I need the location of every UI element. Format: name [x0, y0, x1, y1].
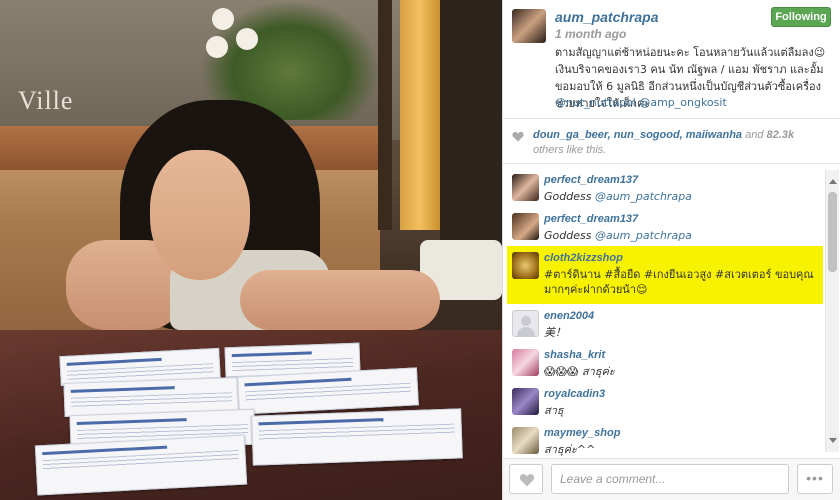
comment-item: perfect_dream137 Goddess @aum_patchrapa [503, 207, 825, 246]
comment-mention[interactable]: @aum_patchrapa [595, 190, 692, 203]
like-button[interactable] [509, 464, 543, 494]
comment-mention[interactable]: @aum_patchrapa [595, 229, 692, 242]
likes-and-text: and [745, 129, 764, 141]
comment-footer: ••• [503, 458, 840, 500]
author-username[interactable]: aum_patchrapa [555, 9, 658, 25]
comments-scrollbar[interactable] [825, 170, 839, 452]
likes-rest-text: others like this. [533, 144, 607, 156]
commenter-avatar[interactable] [512, 427, 539, 454]
post-header: aum_patchrapa 1 month ago Following ตามส… [503, 0, 840, 118]
scroll-up-arrow-icon[interactable] [829, 179, 837, 184]
comment-body: Goddess [544, 229, 595, 242]
photo-window [400, 0, 440, 230]
commenter-username[interactable]: perfect_dream137 [544, 213, 821, 225]
photo-sign-text: Ville [18, 86, 74, 115]
commenter-username[interactable]: perfect_dream137 [544, 174, 821, 186]
commenter-avatar[interactable] [512, 174, 539, 201]
likes-count[interactable]: 82.3k [767, 129, 795, 141]
author-avatar[interactable] [512, 9, 546, 43]
comments-list[interactable]: perfect_dream137 Goddess @aum_patchrapa … [503, 168, 825, 458]
photo-orchid [236, 28, 258, 50]
commenter-username[interactable]: shasha_krit [544, 349, 821, 361]
commenter-avatar[interactable] [512, 213, 539, 240]
photo-orchid [206, 36, 228, 58]
commenter-username[interactable]: maymey_shop [544, 427, 821, 439]
default-avatar-icon[interactable] [512, 310, 539, 337]
post-photo[interactable]: Ville [0, 0, 502, 500]
comment-text: #ตาร์ดินาน #สื้อยืด #เกงยีนเอวสูง #สเวตเ… [544, 268, 814, 296]
heart-icon [512, 131, 524, 142]
commenter-avatar[interactable] [512, 388, 539, 415]
comment-text: สาธุค่ะ^^ [544, 443, 596, 456]
comment-item: royalcadin3 สาธุ [503, 382, 825, 421]
photo-orchid [212, 8, 234, 30]
post-sidebar: aum_patchrapa 1 month ago Following ตามส… [502, 0, 840, 500]
comment-text: 😱😱😱 สาธุค่ะ [544, 365, 615, 378]
comment-item: perfect_dream137 Goddess @aum_patchrapa [503, 168, 825, 207]
more-options-button[interactable]: ••• [797, 464, 833, 494]
photo-face [150, 150, 250, 280]
heart-icon [519, 474, 535, 487]
post-time[interactable]: 1 month ago [555, 27, 626, 41]
photo-document [251, 408, 463, 466]
comment-text: Goddess @aum_patchrapa [544, 228, 821, 243]
comment-item: enen2004 美！ [503, 304, 825, 343]
scroll-down-arrow-icon[interactable] [829, 438, 837, 443]
comment-item: maymey_shop สาธุค่ะ^^ [503, 421, 825, 458]
commenter-username[interactable]: enen2004 [544, 310, 821, 322]
commenter-avatar[interactable] [512, 252, 539, 279]
comment-body: Goddess [544, 190, 595, 203]
likers-names[interactable]: doun_ga_beer, nun_sogood, maiiwanha [533, 129, 742, 141]
commenter-avatar[interactable] [512, 349, 539, 376]
commenter-username[interactable]: cloth2kizzshop [544, 252, 819, 264]
scrollbar-thumb[interactable] [828, 192, 837, 272]
photo-arm-right [240, 270, 440, 330]
comment-item: shasha_krit 😱😱😱 สาธุค่ะ [503, 343, 825, 382]
commenter-username[interactable]: royalcadin3 [544, 388, 821, 400]
likes-summary: doun_ga_beer, nun_sogood, maiiwanha and … [503, 118, 840, 164]
caption-mentions[interactable]: @nut_nuttapol @amp_ongkosit [555, 96, 831, 109]
comment-input[interactable] [551, 464, 789, 494]
following-button[interactable]: Following [771, 7, 831, 27]
photo-door-frame [440, 0, 502, 260]
photo-window-mullion [378, 0, 392, 230]
comment-item-highlighted: cloth2kizzshop #ตาร์ดินาน #สื้อยืด #เกงย… [507, 246, 823, 304]
comment-text: สาธุ [544, 404, 564, 417]
comment-text: Goddess @aum_patchrapa [544, 189, 821, 204]
comment-text: 美！ [544, 326, 566, 339]
